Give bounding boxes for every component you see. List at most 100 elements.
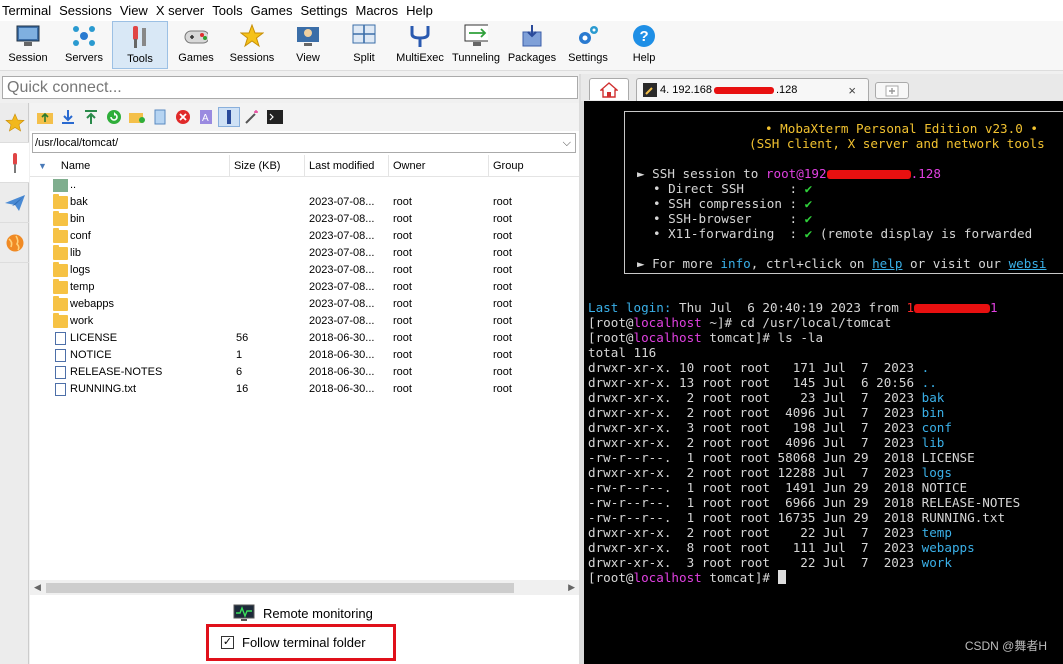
remote-monitoring-button[interactable]: Remote monitoring (233, 603, 373, 623)
website-link[interactable]: websi (1009, 256, 1047, 271)
file-size (236, 211, 296, 228)
remote-monitoring-label: Remote monitoring (263, 605, 373, 621)
file-row[interactable]: webapps 2023-07-08... root root (30, 296, 579, 313)
terminal-view[interactable]: • MobaXterm Personal Edition v23.0 • (SS… (584, 101, 1063, 664)
ssh-feature-line: • SSH-browser : ✔ (653, 211, 813, 226)
menu-settings[interactable]: Settings (301, 3, 356, 18)
menu-tools[interactable]: Tools (212, 3, 250, 18)
scroll-left-icon[interactable]: ◀ (34, 582, 41, 593)
multiexec-icon (408, 24, 432, 48)
file-row[interactable]: .. (30, 177, 579, 194)
file-row[interactable]: work 2023-07-08... root root (30, 313, 579, 330)
new-tab-button[interactable] (875, 82, 909, 99)
help-link[interactable]: help (872, 256, 902, 271)
file-group: root (493, 230, 512, 242)
sessions-star-icon (240, 24, 264, 48)
rename-icon[interactable]: A (195, 107, 217, 127)
toolbar-view-button[interactable]: View (280, 21, 336, 69)
sftp-tab[interactable] (0, 223, 29, 263)
main-toolbar: Session Servers Tools Games Sessions View Spli… (0, 21, 1063, 71)
new-folder-icon[interactable] (126, 107, 148, 127)
file-name: bin (70, 213, 85, 225)
folder-icon (53, 262, 68, 277)
toolbar-servers-button[interactable]: Servers (56, 21, 112, 69)
toolbar-packages-button[interactable]: Packages (504, 21, 560, 69)
info-link[interactable]: info (720, 256, 750, 271)
file-row[interactable]: bin 2023-07-08... root root (30, 211, 579, 228)
file-row[interactable]: RELEASE-NOTES 6 2018-06-30... root root (30, 364, 579, 381)
owner-column-header[interactable]: Owner (389, 155, 489, 177)
folder-icon (53, 194, 68, 209)
menu-sessions[interactable]: Sessions (59, 3, 120, 18)
chevron-down-icon[interactable]: ⌵ (563, 134, 571, 152)
refresh-icon[interactable] (103, 107, 125, 127)
quick-connect-input[interactable]: Quick connect... (2, 76, 578, 99)
file-modified: 2023-07-08... (309, 281, 375, 293)
file-row[interactable]: LICENSE 56 2018-06-30... root root (30, 330, 579, 347)
delete-icon[interactable] (172, 107, 194, 127)
file-modified: 2023-07-08... (309, 315, 375, 327)
tools-tab[interactable] (0, 143, 29, 183)
magic-wand-icon[interactable] (241, 107, 263, 127)
toolbar-games-button[interactable]: Games (168, 21, 224, 69)
macros-tab[interactable] (0, 183, 29, 223)
file-row[interactable]: lib 2023-07-08... root root (30, 245, 579, 262)
toolbar-help-button[interactable]: ? Help (616, 21, 672, 69)
ssh-session-tab[interactable]: 4. 192.168 .128 × (636, 78, 869, 101)
menu-help[interactable]: Help (406, 3, 441, 18)
file-row[interactable]: RUNNING.txt 16 2018-06-30... root root (30, 381, 579, 398)
file-name: work (70, 315, 94, 327)
download-icon[interactable] (57, 107, 79, 127)
file-group: root (493, 383, 512, 395)
tunneling-icon (464, 24, 488, 48)
terminal-icon[interactable] (264, 107, 286, 127)
menu-view[interactable]: View (120, 3, 156, 18)
folder-icon (53, 211, 68, 226)
file-modified: 2023-07-08... (309, 213, 375, 225)
file-row[interactable]: bak 2023-07-08... root root (30, 194, 579, 211)
games-icon (184, 24, 208, 48)
permissions-icon[interactable] (218, 107, 240, 127)
parent-folder-icon[interactable] (34, 107, 56, 127)
file-group (493, 177, 573, 194)
file-row[interactable]: conf 2023-07-08... root root (30, 228, 579, 245)
group-column-header[interactable]: Group (489, 155, 579, 177)
menu-terminal[interactable]: Terminal (0, 3, 59, 18)
menu-macros[interactable]: Macros (355, 3, 406, 18)
listing-line: drwxr-xr-x. 2 root root 12288 Jul 7 2023… (588, 465, 952, 480)
name-column-header[interactable]: ▼ Name (30, 155, 230, 177)
modified-column-header[interactable]: Last modified (305, 155, 389, 177)
file-owner: root (393, 366, 412, 378)
menu-games[interactable]: Games (251, 3, 301, 18)
new-file-icon[interactable] (149, 107, 171, 127)
menu-x-server[interactable]: X server (156, 3, 212, 18)
favorites-tab[interactable] (0, 103, 29, 143)
file-row[interactable]: logs 2023-07-08... root root (30, 262, 579, 279)
horizontal-scrollbar[interactable]: ◀ ▶ (30, 580, 579, 595)
scroll-right-icon[interactable]: ▶ (568, 582, 575, 593)
home-tab[interactable] (589, 78, 629, 100)
toolbar-tools-button[interactable]: Tools (112, 21, 168, 69)
toolbar-session-button[interactable]: Session (0, 21, 56, 69)
folder-icon (53, 296, 68, 311)
toolbar-tunneling-button[interactable]: Tunneling (448, 21, 504, 69)
file-row[interactable]: NOTICE 1 2018-06-30... root root (30, 347, 579, 364)
sftp-path-field[interactable]: /usr/local/tomcat/ ⌵ (32, 133, 576, 153)
toolbar-sessions-button[interactable]: Sessions (224, 21, 280, 69)
follow-terminal-folder-checkbox[interactable]: ✓ Follow terminal folder (206, 624, 396, 661)
toolbar-multiexec-button[interactable]: MultiExec (392, 21, 448, 69)
toolbar-split-button[interactable]: Split (336, 21, 392, 69)
file-name: .. (70, 179, 77, 191)
checkbox-checked-icon[interactable]: ✓ (221, 636, 234, 649)
listing-line: drwxr-xr-x. 3 root root 22 Jul 7 2023 wo… (588, 555, 952, 570)
scrollbar-thumb[interactable] (46, 583, 514, 593)
svg-text:?: ? (640, 28, 649, 45)
view-icon (296, 24, 320, 48)
file-row[interactable]: temp 2023-07-08... root root (30, 279, 579, 296)
upload-icon[interactable] (80, 107, 102, 127)
size-column-header[interactable]: Size (KB) (230, 155, 305, 177)
close-tab-icon[interactable]: × (848, 83, 856, 98)
toolbar-settings-button[interactable]: Settings (560, 21, 616, 69)
file-modified: 2023-07-08... (309, 247, 375, 259)
file-list: .. bak 2023-07-08... root root bin 2023-07-08.… (30, 177, 579, 398)
